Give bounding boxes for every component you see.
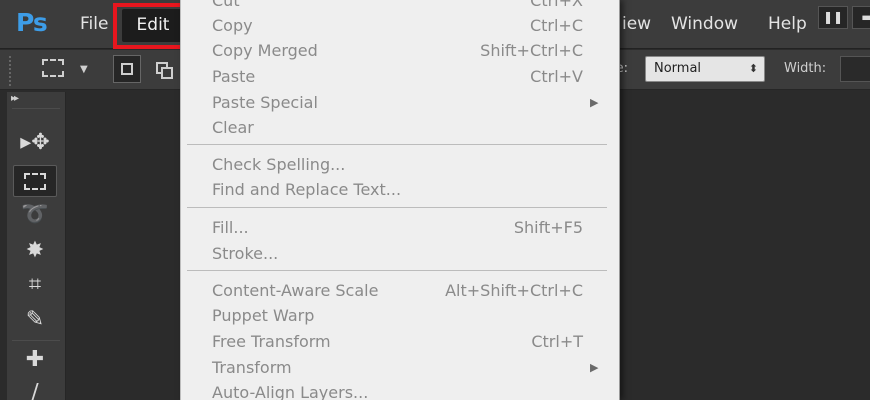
new-selection-icon — [121, 63, 133, 75]
width-label: Width: — [784, 61, 827, 76]
healing-brush-tool-icon[interactable]: ✚ — [13, 345, 57, 377]
menu-item-content-aware-scale[interactable]: Content-Aware Scale — [212, 281, 378, 300]
toolbox-divider — [12, 108, 60, 109]
menu-item-free-transform[interactable]: Free Transform — [212, 332, 331, 351]
menu-view[interactable]: iew — [622, 14, 651, 34]
toolbox-divider-2 — [12, 340, 60, 341]
menu-item-transform[interactable]: Transform — [212, 358, 292, 377]
shortcut-copy: Ctrl+C — [529, 16, 583, 35]
shortcut-copy-merged: Shift+Ctrl+C — [480, 41, 583, 60]
rectangular-marquee-icon[interactable] — [42, 59, 64, 77]
menu-item-auto-align-layers[interactable]: Auto-Align Layers... — [212, 383, 368, 400]
style-select[interactable]: Normal ⬍ — [645, 56, 765, 82]
menu-separator — [187, 207, 607, 208]
submenu-arrow-icon: ▶ — [590, 96, 599, 109]
crop-tool-icon[interactable]: ⌗ — [13, 270, 57, 302]
menu-item-find-replace-text[interactable]: Find and Replace Text... — [212, 180, 401, 199]
menu-item-puppet-warp[interactable]: Puppet Warp — [212, 306, 314, 325]
magic-wand-tool-icon[interactable]: ✸ — [13, 236, 57, 268]
lasso-tool-icon[interactable]: ➰ — [13, 200, 57, 232]
move-tool-icon[interactable]: ▸✥ — [13, 128, 57, 160]
menu-item-stroke[interactable]: Stroke... — [212, 244, 278, 263]
window-control-icon[interactable]: ▬ — [852, 6, 870, 29]
submenu-arrow-icon: ▶ — [590, 361, 599, 374]
pause-icon[interactable]: ❚❚ — [818, 6, 848, 29]
edit-menu-dropdown: Cut Ctrl+X Copy Ctrl+C Copy Merged Shift… — [180, 0, 620, 400]
shortcut-cut: Ctrl+X — [530, 0, 583, 10]
menu-separator — [187, 144, 607, 145]
shortcut-free-transform: Ctrl+T — [531, 332, 583, 351]
add-selection-icon-overlay — [161, 67, 173, 79]
width-input[interactable] — [840, 56, 870, 82]
menu-item-copy-merged[interactable]: Copy Merged — [212, 41, 318, 60]
brush-tool-icon[interactable]: ∕ — [13, 378, 57, 400]
eyedropper-tool-icon[interactable]: ✎ — [13, 305, 57, 337]
shortcut-content-aware-scale: Alt+Shift+Ctrl+C — [445, 281, 583, 300]
shortcut-paste: Ctrl+V — [530, 67, 583, 86]
tool-preset-caret-icon[interactable]: ▼ — [80, 64, 88, 75]
style-select-value: Normal — [654, 61, 702, 76]
toolbox-collapse-icon[interactable]: ▸▸ — [11, 93, 19, 104]
menu-separator — [187, 270, 607, 271]
menu-item-copy[interactable]: Copy — [212, 16, 253, 35]
select-arrows-icon: ⬍ — [748, 62, 758, 75]
add-selection-mode-button[interactable] — [152, 55, 176, 83]
menu-item-paste-special[interactable]: Paste Special — [212, 93, 318, 112]
menu-help[interactable]: Help — [768, 14, 807, 34]
menu-item-cut[interactable]: Cut — [212, 0, 240, 10]
menu-item-clear[interactable]: Clear — [212, 118, 254, 137]
shortcut-fill: Shift+F5 — [513, 218, 583, 237]
menu-item-fill[interactable]: Fill... — [212, 218, 249, 237]
marquee-tool-glyph — [24, 173, 46, 190]
new-selection-mode-button[interactable] — [113, 55, 141, 83]
marquee-tool-icon[interactable] — [13, 165, 57, 197]
menu-window[interactable]: Window — [671, 14, 738, 34]
menu-item-paste[interactable]: Paste — [212, 67, 255, 86]
menu-file[interactable]: File — [80, 14, 108, 34]
photoshop-logo: Ps — [16, 8, 48, 37]
options-grip-icon[interactable] — [9, 56, 12, 86]
menu-item-check-spelling[interactable]: Check Spelling... — [212, 155, 345, 174]
